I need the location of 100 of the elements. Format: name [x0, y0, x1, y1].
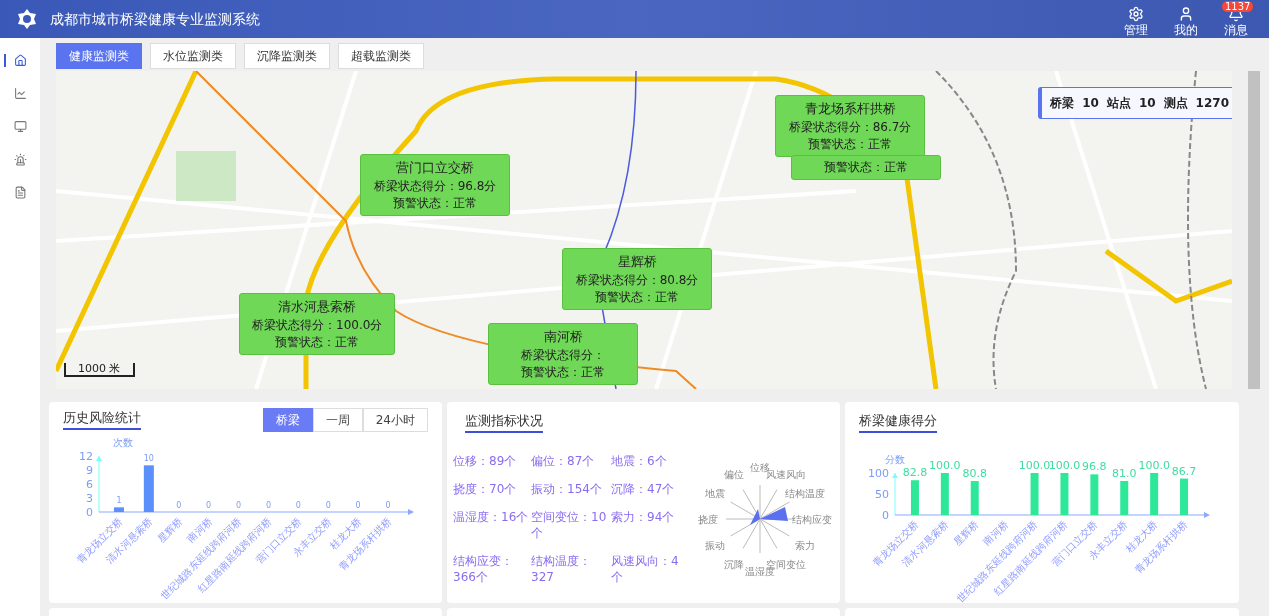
metric-count: 温湿度：16个	[453, 509, 530, 526]
bridge-popup[interactable]: 南河桥 桥梁状态得分： 预警状态：正常	[488, 323, 638, 385]
data-label: 0	[295, 501, 301, 510]
bridge-score: 桥梁状态得分：96.8分	[373, 178, 497, 195]
tick-label: 3	[86, 492, 93, 505]
y-axis	[892, 472, 898, 516]
data-label: 81.0	[1112, 467, 1137, 480]
period-toggle[interactable]: 24小时	[362, 408, 428, 432]
panel-title: 监测指标状况	[465, 411, 543, 433]
metric-count: 振动：154个	[531, 481, 603, 497]
warning-status: 预警状态：正常	[392, 195, 478, 212]
metric-count: 地震：6个	[611, 453, 668, 469]
header-button[interactable]: 管理	[1119, 0, 1153, 38]
category-tab[interactable]: 健康监测类	[56, 43, 142, 69]
summary-label: 测点	[1163, 95, 1188, 112]
bridge-score: 桥梁状态得分：100.0分	[252, 317, 383, 334]
tick-label: 100	[868, 467, 889, 480]
summary-value: 10	[1082, 95, 1099, 112]
warning-status: 预警状态：正常	[520, 364, 606, 381]
data-label: 10	[143, 454, 154, 464]
metric-count: 结构应变：366个	[453, 553, 514, 585]
bridge-name: 营门口立交桥	[395, 159, 475, 177]
radar-label: 振动	[704, 540, 725, 551]
data-label: 0	[355, 501, 361, 510]
document-icon	[13, 186, 27, 199]
data-label: 0	[325, 501, 331, 510]
bridge-name: 清水河悬索桥	[277, 298, 358, 316]
warning-status: 预警状态：正常	[823, 159, 909, 176]
axis-title: 分数	[885, 454, 905, 465]
notification-badge: 1137	[1222, 1, 1254, 12]
axis-label: 星辉桥	[155, 515, 185, 545]
tick-label: 9	[86, 464, 93, 477]
bar	[1060, 473, 1069, 515]
y-axis	[96, 455, 102, 513]
metric-count: 空间变位：10个	[531, 509, 608, 541]
period-toggle[interactable]: 一周	[312, 408, 363, 432]
monitor-icon	[13, 120, 27, 133]
data-label: 96.8	[1082, 460, 1107, 474]
bridge-score: 桥梁状态得分：	[520, 347, 606, 364]
tick-label: 0	[86, 506, 93, 519]
warning-status: 预警状态：正常	[807, 136, 893, 153]
logo-icon	[16, 8, 38, 30]
bar	[1150, 473, 1159, 515]
radar-label: 结构温度	[785, 488, 826, 499]
chart-icon	[13, 87, 27, 100]
data-label: 0	[236, 501, 242, 510]
bridge-popup[interactable]: 清水河悬索桥 桥梁状态得分：100.0分 预警状态：正常	[239, 293, 396, 355]
data-label: 80.8	[962, 467, 987, 481]
category-tab[interactable]: 沉降监测类	[244, 43, 330, 69]
header-button[interactable]: 我的	[1169, 0, 1203, 38]
radar-label: 结构应变	[792, 514, 832, 525]
bar	[1090, 474, 1099, 515]
data-label: 0	[265, 501, 271, 510]
warning-status: 预警状态：正常	[274, 334, 361, 351]
summary-value: 10	[1138, 95, 1156, 112]
scrollbar[interactable]	[1248, 71, 1260, 389]
alarm-icon	[13, 153, 27, 166]
metric-count: 偏位：87个	[531, 453, 596, 469]
map-scale: 1000 米	[64, 363, 135, 377]
tick-label: 50	[875, 488, 889, 501]
bridge-popup[interactable]: 星辉桥 桥梁状态得分：80.8分 预警状态：正常	[562, 248, 712, 310]
radar-label: 地震	[704, 488, 725, 499]
bar	[113, 507, 124, 512]
bridge-name: 星辉桥	[616, 253, 658, 271]
data-label: 100.0	[1018, 459, 1051, 472]
data-label: 100.0	[1138, 459, 1170, 472]
metric-count: 沉降：47个	[611, 481, 676, 497]
period-toggle[interactable]: 桥梁	[262, 408, 313, 432]
category-tab[interactable]: 超载监测类	[338, 43, 424, 69]
bar	[143, 465, 154, 512]
bar	[1030, 473, 1039, 515]
bar	[910, 480, 919, 515]
data-label: 100.0	[929, 459, 961, 472]
data-label: 82.8	[902, 466, 928, 480]
data-label: 0	[206, 501, 212, 510]
data-label: 86.7	[1171, 464, 1197, 478]
header-button[interactable]: 消息 1137	[1219, 0, 1253, 38]
bar	[1180, 478, 1189, 515]
category-tab[interactable]: 水位监测类	[150, 43, 236, 69]
radar-label: 挠度	[698, 514, 718, 525]
panel-title: 历史风险统计	[63, 408, 141, 430]
bridge-name: 青龙场系杆拱桥	[803, 100, 897, 118]
home-icon	[13, 54, 27, 67]
data-label: 0	[176, 501, 182, 510]
tick-label: 12	[79, 450, 93, 463]
tick-label: 6	[86, 478, 93, 491]
data-label: 0	[385, 501, 391, 510]
bridge-popup[interactable]: 预警状态：正常	[791, 155, 941, 180]
user-icon	[1178, 6, 1194, 22]
bridge-popup[interactable]: 青龙场系杆拱桥 桥梁状态得分：86.7分 预警状态：正常	[775, 95, 925, 157]
data-label: 1	[116, 496, 122, 506]
bar	[940, 473, 949, 515]
bridge-popup[interactable]: 营门口立交桥 桥梁状态得分：96.8分 预警状态：正常	[360, 154, 510, 216]
summary-label: 站点	[1106, 95, 1131, 112]
bridge-score: 桥梁状态得分：86.7分	[788, 119, 912, 136]
metric-count: 索力：94个	[611, 509, 676, 526]
panel-title: 桥梁健康得分	[859, 411, 937, 433]
bar	[970, 481, 979, 515]
metric-count: 风速风向：4个	[611, 553, 680, 585]
summary-label: 桥梁	[1050, 95, 1075, 112]
